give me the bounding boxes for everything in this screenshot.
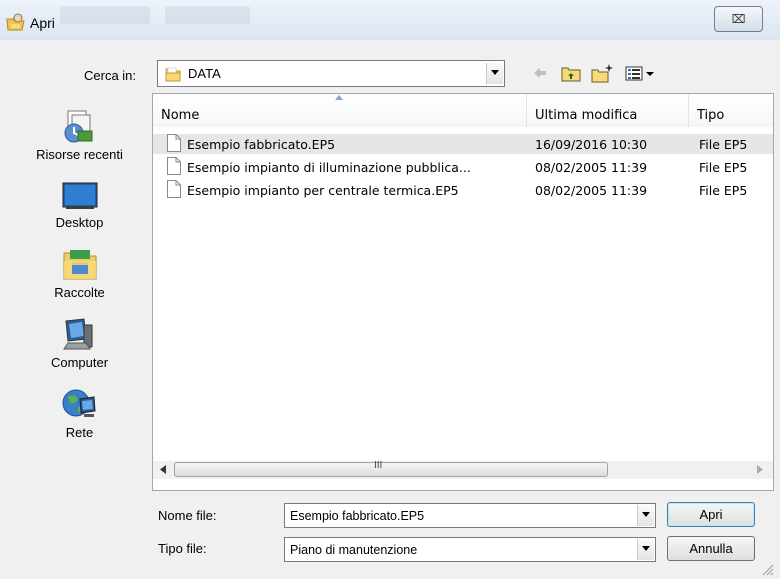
folder-icon: [165, 67, 181, 82]
file-icon: [167, 157, 181, 175]
column-header-label: Tipo: [697, 108, 725, 123]
file-modified-cell: 08/02/2005 11:39: [535, 160, 648, 175]
title-bar[interactable]: Apri ⌧: [0, 0, 780, 40]
scroll-grip: III: [374, 460, 383, 471]
open-button[interactable]: Apri: [667, 502, 755, 527]
scroll-thumb[interactable]: III: [174, 460, 608, 477]
file-name-label: Nome file:: [158, 508, 217, 523]
places-bar: Risorse recenti Desktop Raccolte Compute…: [7, 93, 152, 471]
look-in-dropdown-button[interactable]: [486, 63, 503, 84]
file-type-dropdown-button[interactable]: [637, 539, 654, 560]
recent-places-icon: [64, 110, 92, 143]
file-name-cell: Esempio impianto per centrale termica.EP…: [187, 183, 459, 198]
scroll-left-icon[interactable]: [160, 465, 166, 474]
file-icon: [167, 134, 181, 152]
file-type-cell: File EP5: [699, 160, 748, 175]
new-folder-icon[interactable]: [590, 62, 614, 84]
place-libraries[interactable]: Raccolte: [7, 245, 152, 300]
column-header-type[interactable]: Tipo: [689, 94, 773, 127]
open-file-dialog: Apri ⌧ Cerca in: DATA Risorse recenti De…: [0, 0, 780, 579]
desktop-icon: [62, 182, 97, 209]
file-name-cell: Esempio fabbricato.EP5: [187, 137, 336, 152]
file-name-dropdown-button[interactable]: [637, 505, 654, 526]
file-modified-cell: 08/02/2005 11:39: [535, 183, 648, 198]
cancel-button[interactable]: Annulla: [667, 536, 755, 561]
place-label: Rete: [65, 425, 94, 440]
file-list-view[interactable]: Nome Ultima modifica Tipo Esempio fabbri…: [152, 93, 774, 491]
place-label: Risorse recenti: [36, 147, 123, 162]
file-name-value: Esempio fabbricato.EP5: [290, 509, 425, 523]
look-in-value: DATA: [188, 66, 221, 81]
look-in-label: Cerca in:: [84, 68, 137, 83]
file-icon: [167, 180, 181, 198]
column-header-name[interactable]: Nome: [153, 94, 527, 127]
file-name-cell: Esempio impianto di illuminazione pubbli…: [187, 160, 471, 175]
scroll-right-icon[interactable]: [757, 465, 763, 474]
computer-icon: [62, 318, 92, 350]
view-menu-icon[interactable]: [624, 62, 660, 84]
file-type-label: Tipo file:: [158, 541, 207, 556]
place-label: Computer: [50, 355, 109, 370]
chevron-down-icon: [642, 512, 650, 517]
background-title-ghost: [165, 6, 250, 24]
window-title: Apri: [30, 15, 55, 31]
place-desktop[interactable]: Desktop: [7, 177, 152, 230]
close-icon: ⌧: [731, 12, 746, 26]
file-type-combobox[interactable]: Piano di manutenzione: [284, 537, 656, 562]
look-in-combobox[interactable]: DATA: [157, 60, 505, 87]
place-computer[interactable]: Computer: [7, 315, 152, 370]
file-row[interactable]: Esempio impianto per centrale termica.EP…: [153, 180, 773, 200]
column-header-label: Ultima modifica: [535, 108, 638, 123]
file-type-cell: File EP5: [699, 137, 748, 152]
chevron-down-icon: [642, 546, 650, 551]
background-title-ghost: [60, 6, 150, 24]
file-type-value: Piano di manutenzione: [290, 543, 418, 557]
chevron-down-icon: [491, 70, 499, 75]
resize-grip-icon[interactable]: [760, 562, 774, 576]
close-button[interactable]: ⌧: [714, 6, 763, 32]
file-modified-cell: 16/09/2016 10:30: [535, 137, 648, 152]
file-type-cell: File EP5: [699, 183, 748, 198]
back-arrow-icon[interactable]: [532, 62, 548, 84]
libraries-icon: [63, 250, 96, 280]
file-row[interactable]: Esempio impianto di illuminazione pubbli…: [153, 157, 773, 177]
place-label: Raccolte: [54, 285, 105, 300]
open-folder-app-icon: [6, 13, 25, 31]
column-header-label: Nome: [161, 108, 200, 123]
sort-ascending-icon: [335, 95, 343, 100]
horizontal-scrollbar[interactable]: III: [153, 460, 773, 479]
place-network[interactable]: Rete: [7, 385, 152, 440]
file-row[interactable]: Esempio fabbricato.EP5 16/09/2016 10:30 …: [153, 134, 773, 154]
up-folder-icon[interactable]: [560, 62, 582, 84]
place-label: Desktop: [55, 215, 104, 230]
network-icon: [62, 389, 96, 417]
column-header-modified[interactable]: Ultima modifica: [527, 94, 689, 127]
file-name-combobox[interactable]: Esempio fabbricato.EP5: [284, 503, 656, 528]
place-recent[interactable]: Risorse recenti: [7, 107, 152, 162]
